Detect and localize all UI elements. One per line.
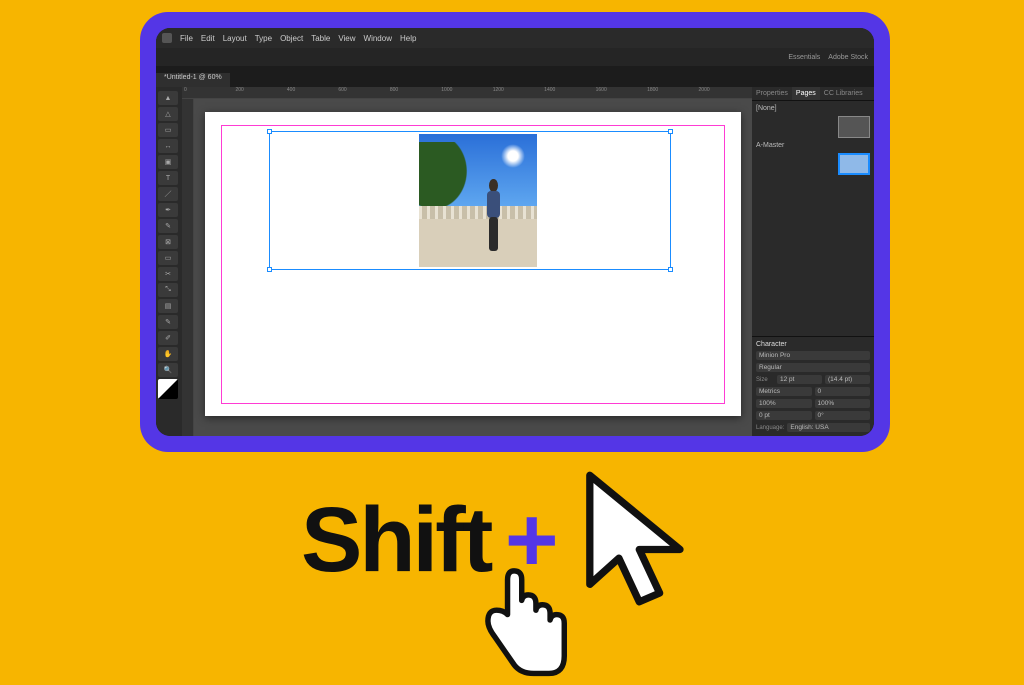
right-panel-group: Properties Pages CC Libraries [None] A-M… — [752, 87, 874, 436]
pasteboard[interactable] — [194, 99, 752, 436]
language-label: Language: — [756, 425, 784, 431]
tab-pages[interactable]: Pages — [792, 87, 820, 100]
pages-panel: [None] A-Master — [752, 101, 874, 179]
zoom-tool-icon[interactable]: 🔍 — [158, 363, 178, 377]
character-panel-title: Character — [756, 341, 870, 348]
document-tabs: *Untitled-1 @ 60% — [156, 66, 874, 87]
workspace: ▲ △ ▭ ↔ ▣ T ／ ✒ ✎ ⊠ ▭ ✂ ⤡ ▤ ✎ ✐ ✋ 🔍 — [156, 87, 874, 436]
a-master-label[interactable]: A-Master — [756, 142, 870, 149]
photo-ground — [419, 219, 537, 267]
hand-tool-icon[interactable]: ✋ — [158, 347, 178, 361]
indesign-window: File Edit Layout Type Object Table View … — [156, 28, 874, 436]
horizontal-scale-field[interactable]: 100% — [815, 399, 871, 408]
page[interactable] — [205, 112, 741, 415]
photo-railing — [419, 206, 537, 219]
resize-handle-icon[interactable] — [267, 267, 272, 272]
selection-tool-icon[interactable]: ▲ — [158, 91, 178, 105]
ruler-vertical — [182, 99, 194, 436]
pen-tool-icon[interactable]: ✒ — [158, 203, 178, 217]
shift-key-label: Shift — [301, 488, 490, 593]
tools-panel: ▲ △ ▭ ↔ ▣ T ／ ✒ ✎ ⊠ ▭ ✂ ⤡ ▤ ✎ ✐ ✋ 🔍 — [156, 87, 182, 436]
menu-edit[interactable]: Edit — [201, 34, 215, 43]
skew-field[interactable]: 0° — [815, 411, 871, 420]
menu-layout[interactable]: Layout — [223, 34, 247, 43]
eyedropper-tool-icon[interactable]: ✐ — [158, 331, 178, 345]
tracking-field[interactable]: 0 — [815, 387, 871, 396]
master-page-thumb[interactable] — [838, 116, 870, 138]
content-collector-tool-icon[interactable]: ▣ — [158, 155, 178, 169]
font-style-field[interactable]: Regular — [756, 363, 870, 372]
menu-view[interactable]: View — [338, 34, 355, 43]
resize-handle-icon[interactable] — [267, 129, 272, 134]
menu-window[interactable]: Window — [364, 34, 392, 43]
canvas-area: 0200400600800100012001400160018002000 — [182, 87, 752, 436]
menu-table[interactable]: Table — [311, 34, 330, 43]
tab-cc-libraries[interactable]: CC Libraries — [820, 87, 867, 100]
character-panel: Character Minion Pro Regular Size 12 pt … — [752, 336, 874, 436]
menubar: File Edit Layout Type Object Table View … — [156, 28, 874, 48]
gradient-tool-icon[interactable]: ▤ — [158, 299, 178, 313]
document-tab[interactable]: *Untitled-1 @ 60% — [156, 73, 230, 87]
hand-pointer-cursor-icon — [470, 560, 580, 680]
pencil-tool-icon[interactable]: ✎ — [158, 219, 178, 233]
size-label: Size — [756, 377, 774, 383]
search-adobe-stock[interactable]: Adobe Stock — [828, 54, 868, 61]
vertical-scale-field[interactable]: 100% — [756, 399, 812, 408]
menu-type[interactable]: Type — [255, 34, 272, 43]
ruler-horizontal: 0200400600800100012001400160018002000 — [182, 87, 752, 99]
master-none-label[interactable]: [None] — [756, 105, 870, 112]
home-icon[interactable] — [162, 33, 172, 43]
line-tool-icon[interactable]: ／ — [158, 187, 178, 201]
menu-object[interactable]: Object — [280, 34, 303, 43]
language-field[interactable]: English: USA — [787, 423, 870, 432]
type-tool-icon[interactable]: T — [158, 171, 178, 185]
workspace-switcher[interactable]: Essentials — [788, 54, 820, 61]
control-bar: Essentials Adobe Stock — [156, 48, 874, 66]
photo-person — [483, 179, 504, 251]
baseline-shift-field[interactable]: 0 pt — [756, 411, 812, 420]
panel-tabs: Properties Pages CC Libraries — [752, 87, 874, 101]
direct-selection-tool-icon[interactable]: △ — [158, 107, 178, 121]
free-transform-tool-icon[interactable]: ⤡ — [158, 283, 178, 297]
fill-stroke-icon[interactable] — [158, 379, 178, 399]
device-frame: File Edit Layout Type Object Table View … — [140, 12, 890, 452]
rectangle-frame-tool-icon[interactable]: ⊠ — [158, 235, 178, 249]
kerning-field[interactable]: Metrics — [756, 387, 812, 396]
tab-properties[interactable]: Properties — [752, 87, 792, 100]
placed-image[interactable] — [419, 134, 537, 267]
rectangle-tool-icon[interactable]: ▭ — [158, 251, 178, 265]
resize-handle-icon[interactable] — [668, 129, 673, 134]
photo-tree — [419, 142, 472, 215]
font-family-field[interactable]: Minion Pro — [756, 351, 870, 360]
gap-tool-icon[interactable]: ↔ — [158, 139, 178, 153]
menu-help[interactable]: Help — [400, 34, 416, 43]
page-tool-icon[interactable]: ▭ — [158, 123, 178, 137]
scissors-tool-icon[interactable]: ✂ — [158, 267, 178, 281]
note-tool-icon[interactable]: ✎ — [158, 315, 178, 329]
arrow-cursor-icon — [573, 468, 723, 628]
page-thumb-1[interactable] — [838, 153, 870, 175]
leading-field[interactable]: (14.4 pt) — [825, 375, 870, 384]
menu-file[interactable]: File — [180, 34, 193, 43]
resize-handle-icon[interactable] — [668, 267, 673, 272]
font-size-field[interactable]: 12 pt — [777, 375, 822, 384]
